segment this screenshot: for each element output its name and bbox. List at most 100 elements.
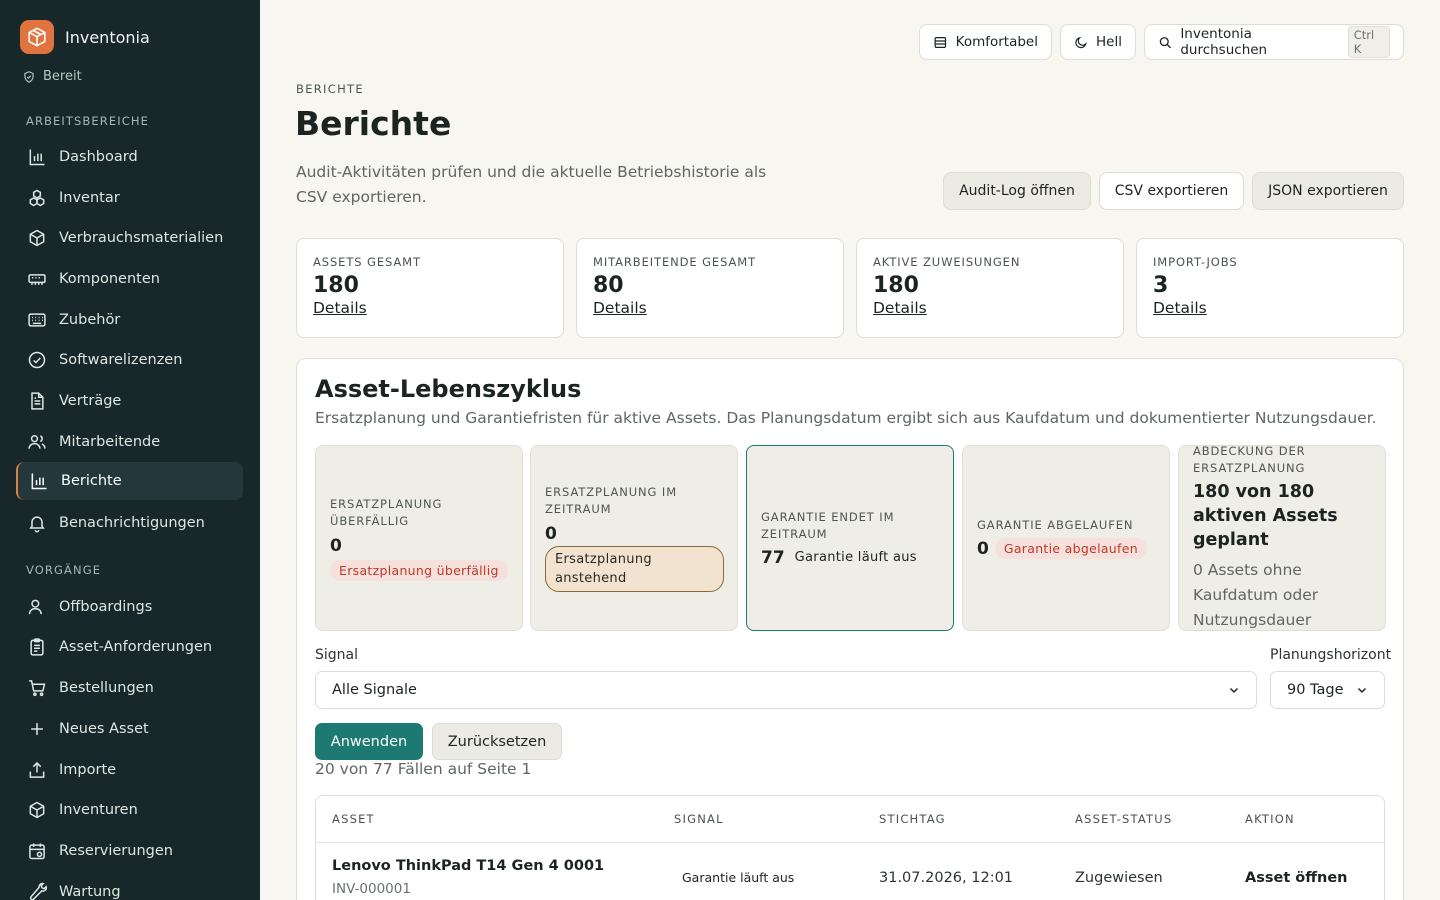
column-header-signal[interactable]: SIGNAL: [674, 812, 724, 826]
cart-icon: [29, 680, 46, 697]
sidebar-item-label: Neues Asset: [59, 721, 149, 737]
badge-check-icon: [28, 351, 46, 369]
due-date: 31.07.2026, 12:01: [879, 870, 1014, 886]
stat-label: IMPORT-JOBS: [1153, 255, 1238, 269]
signal-badge: Garantie läuft aus: [682, 870, 795, 885]
sidebar-item-softwarelizenzen[interactable]: Softwarelizenzen: [16, 341, 243, 379]
apply-button[interactable]: Anwenden: [315, 723, 423, 760]
signal-card-warranty-expired[interactable]: GARANTIE ABGELAUFEN 0 Garantie abgelaufe…: [962, 445, 1170, 631]
open-asset-link[interactable]: Asset öffnen: [1245, 870, 1347, 886]
sidebar-item-komponenten[interactable]: Komponenten: [16, 260, 243, 298]
sidebar-item-benachrichtigungen[interactable]: Benachrichtigungen: [16, 504, 243, 542]
details-link[interactable]: Details: [593, 299, 827, 317]
sidebar-item-zubehoer[interactable]: Zubehör: [16, 301, 243, 339]
audit-log-button[interactable]: Audit-Log öffnen: [943, 172, 1091, 210]
signal-select[interactable]: Alle Signale: [315, 671, 1257, 709]
theme-toggle-button[interactable]: Hell: [1060, 24, 1136, 60]
clipboard-icon: [30, 638, 44, 656]
signal-card-replacement-due[interactable]: ERSATZPLANUNG IM ZEITRAUM 0 Ersatzplanun…: [530, 445, 738, 631]
asset-name[interactable]: Lenovo ThinkPad T14 Gen 4 0001: [332, 858, 604, 874]
card-label: GARANTIE ENDET IM ZEITRAUM: [761, 509, 895, 541]
sidebar-item-verbrauchsmaterialien[interactable]: Verbrauchsmaterialien: [16, 219, 243, 257]
signal-filter-label: Signal: [315, 647, 359, 663]
keyboard-icon: [28, 313, 46, 327]
chevron-down-icon: [1229, 687, 1239, 694]
result-count: 20 von 77 Fällen auf Seite 1: [315, 760, 532, 778]
moon-icon: [1075, 36, 1087, 48]
stat-label: AKTIVE ZUWEISUNGEN: [873, 255, 1021, 269]
stat-label: ASSETS GESAMT: [313, 255, 421, 269]
signal-card-replacement-overdue[interactable]: ERSATZPLANUNG ÜBERFÄLLIG 0 Ersatzplanung…: [315, 445, 523, 631]
brand[interactable]: Inventonia: [20, 20, 150, 54]
search-icon: [1159, 36, 1172, 48]
plus-icon: [31, 723, 43, 735]
sidebar-item-offboardings[interactable]: Offboardings: [16, 588, 243, 626]
memory-icon: [28, 274, 46, 285]
stat-label: MITARBEITENDE GESAMT: [593, 255, 757, 269]
user-minus-icon: [28, 599, 42, 615]
sidebar-item-bestellungen[interactable]: Bestellungen: [16, 669, 243, 707]
sidebar-item-label: Mitarbeitende: [59, 434, 161, 450]
reset-button[interactable]: Zurücksetzen: [432, 723, 562, 760]
sidebar-item-label: Softwarelizenzen: [59, 352, 183, 368]
csv-export-button[interactable]: CSV exportieren: [1099, 172, 1244, 210]
shield-check-icon: [24, 70, 34, 83]
page-description: Audit-Aktivitäten prüfen und die aktuell…: [296, 163, 767, 206]
card-label: GARANTIE ABGELAUFEN: [977, 518, 1134, 532]
status-badge: Garantie läuft aus: [794, 550, 917, 565]
sidebar-item-label: Asset-Anforderungen: [59, 639, 213, 655]
card-label: ERSATZPLANUNG IM ZEITRAUM: [545, 485, 678, 516]
density-toggle-button[interactable]: Komfortabel: [919, 24, 1052, 60]
sidebar-item-importe[interactable]: Importe: [16, 751, 243, 789]
signal-card-warranty-ending[interactable]: GARANTIE ENDET IM ZEITRAUM 77 Garantie l…: [746, 445, 954, 631]
signal-select-value: Alle Signale: [332, 682, 417, 698]
horizon-select[interactable]: 90 Tage: [1270, 671, 1385, 709]
sidebar-item-label: Dashboard: [59, 149, 138, 165]
search-button[interactable]: Inventonia durchsuchen Ctrl K: [1144, 24, 1404, 60]
sidebar-item-label: Importe: [59, 762, 117, 778]
card-value: 0: [545, 524, 557, 544]
sidebar-item-label: Komponenten: [59, 271, 160, 287]
status-text: Bereit: [43, 69, 82, 84]
panel-title: Asset-Lebenszyklus: [315, 375, 582, 403]
asset-status: Zugewiesen: [1075, 870, 1163, 886]
details-link[interactable]: Details: [313, 299, 547, 317]
column-header-asset[interactable]: ASSET: [332, 812, 375, 826]
sidebar: Inventonia Bereit ARBEITSBEREICHE Dashbo…: [0, 0, 260, 900]
details-link[interactable]: Details: [873, 299, 1107, 317]
status-badge: Ersatzplanung überfällig: [330, 559, 508, 581]
chevron-down-icon: [1357, 687, 1367, 694]
sidebar-item-inventar[interactable]: Inventar: [16, 179, 243, 217]
sidebar-item-label: Verträge: [59, 393, 122, 409]
column-header-date[interactable]: STICHTAG: [879, 812, 946, 826]
bar-chart-icon: [29, 149, 45, 166]
sidebar-item-neues-asset[interactable]: Neues Asset: [16, 710, 243, 748]
card-label: ERSATZPLANUNG ÜBERFÄLLIG: [330, 496, 443, 528]
column-header-status[interactable]: ASSET-STATUS: [1075, 812, 1172, 826]
sidebar-item-berichte[interactable]: Berichte: [16, 462, 243, 500]
details-link[interactable]: Details: [1153, 299, 1387, 317]
sidebar-item-mitarbeitende[interactable]: Mitarbeitende: [16, 423, 243, 461]
stat-value: 180: [313, 273, 359, 298]
section-label-workspaces: ARBEITSBEREICHE: [26, 114, 149, 128]
card-value: 0: [977, 538, 989, 559]
sidebar-item-dashboard[interactable]: Dashboard: [16, 138, 243, 176]
rows-icon: [934, 36, 947, 48]
sidebar-item-wartung[interactable]: Wartung: [16, 873, 243, 900]
stat-value: 3: [1153, 273, 1169, 298]
sidebar-item-label: Bestellungen: [59, 680, 154, 696]
breadcrumb: BERICHTE: [296, 82, 364, 96]
sidebar-item-asset-anforderungen[interactable]: Asset-Anforderungen: [16, 628, 243, 666]
bar-chart-icon: [31, 473, 47, 490]
coverage-value: 180 von 180 aktiven Assets geplant: [1193, 482, 1338, 550]
sidebar-item-vertraege[interactable]: Verträge: [16, 382, 243, 420]
sidebar-item-label: Wartung: [59, 884, 121, 900]
sidebar-item-inventuren[interactable]: Inventuren: [16, 791, 243, 829]
shortcut-badge: Ctrl K: [1347, 26, 1390, 58]
sidebar-item-label: Verbrauchsmaterialien: [59, 230, 224, 246]
sidebar-item-label: Inventar: [59, 190, 120, 206]
json-export-button[interactable]: JSON exportieren: [1252, 172, 1404, 210]
sidebar-item-reservierungen[interactable]: Reservierungen: [16, 832, 243, 870]
table-divider: [316, 842, 1384, 843]
sidebar-item-label: Zubehör: [59, 312, 121, 328]
